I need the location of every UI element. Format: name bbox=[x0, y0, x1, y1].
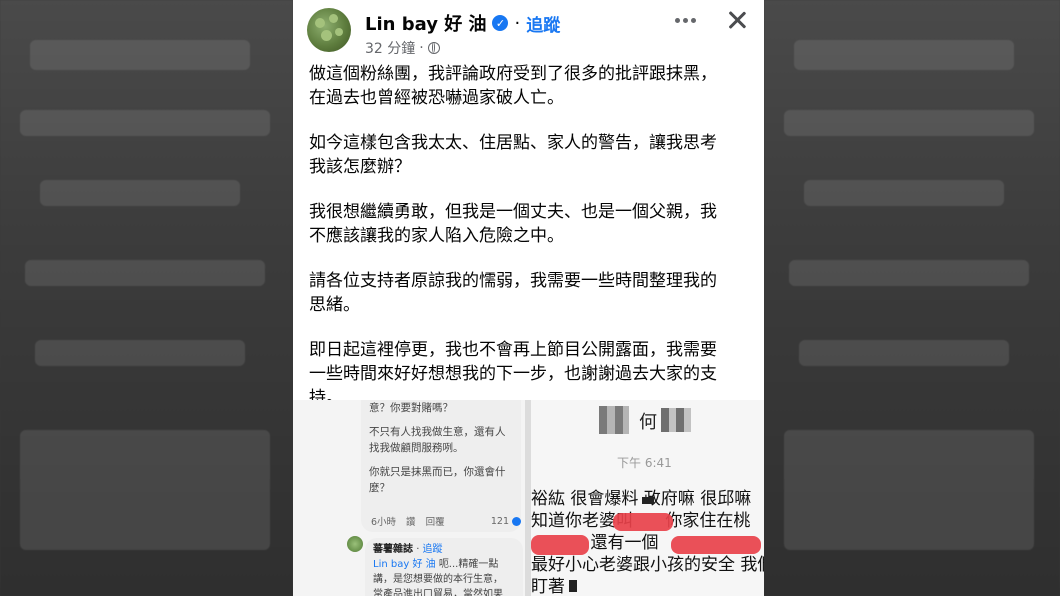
reaction-count: 121 bbox=[491, 516, 521, 527]
chat-screenshot: 何 下午 6:41 裕紘 很會爆料 政府嘛 很邱嘛 知道你老婆叫 你家住在桃 還… bbox=[531, 400, 764, 596]
like-icon bbox=[512, 516, 521, 526]
reply-follow: 追蹤 bbox=[422, 544, 443, 555]
red-redaction bbox=[671, 536, 761, 554]
post-timestamp[interactable]: 32 分鐘 bbox=[365, 38, 415, 58]
comment-thread-screenshot: 意？你要對賭嗎？ 不只有人找我做生意，還有人 找我做顧問服務咧。 你就只是抹黑而… bbox=[293, 400, 525, 596]
comment-time: 6小時 bbox=[371, 517, 397, 528]
comment-like-link: 讚 bbox=[406, 517, 416, 528]
more-options-button[interactable] bbox=[671, 8, 699, 32]
blurred-background-left bbox=[0, 0, 293, 596]
black-redaction bbox=[642, 497, 654, 504]
reply-mention: Lin bay 好 油 bbox=[373, 559, 436, 570]
mosaic-name bbox=[661, 408, 691, 432]
header-separator: · bbox=[514, 12, 521, 34]
red-redaction bbox=[531, 535, 589, 555]
facebook-post: Lin bay 好 油 ✓ · 追蹤 32 分鐘 · 做這個粉絲團，我評論政府受… bbox=[293, 0, 764, 408]
post-paragraph: 我很想繼續勇敢，但我是一個丈夫、也是一個父親，我 不應該讓我的家人陷入危險之中。 bbox=[309, 202, 717, 246]
mosaic-avatar bbox=[599, 406, 629, 434]
follow-button[interactable]: 追蹤 bbox=[526, 11, 560, 36]
close-icon[interactable] bbox=[723, 6, 751, 34]
more-horizontal-icon bbox=[674, 17, 680, 23]
verified-badge-icon: ✓ bbox=[492, 15, 509, 31]
reply-avatar bbox=[347, 536, 363, 552]
comment-line: 意？你要對賭嗎？ bbox=[369, 402, 453, 414]
meta-separator: · bbox=[419, 40, 424, 56]
reply-bubble: 蕃薯雜誌 · 追蹤 Lin bay 好 油 呃...精確一點 講，是您想要做的本… bbox=[365, 538, 523, 596]
attached-screenshot[interactable]: 意？你要對賭嗎？ 不只有人找我做生意，還有人 找我做顧問服務咧。 你就只是抹黑而… bbox=[293, 400, 764, 596]
post-body: 做這個粉絲團，我評論政府受到了很多的批評跟抹黑， 在過去也曾經被恐嚇過家破人亡。… bbox=[309, 62, 754, 431]
comment-reply-link: 回覆 bbox=[425, 517, 445, 528]
post-paragraph: 做這個粉絲團，我評論政府受到了很多的批評跟抹黑， 在過去也曾經被恐嚇過家破人亡。 bbox=[309, 64, 717, 108]
comment-line: 你就只是抹黑而已，你還會什 麼？ bbox=[369, 466, 506, 494]
black-redaction bbox=[569, 580, 577, 592]
post-header: Lin bay 好 油 ✓ · 追蹤 bbox=[365, 10, 560, 36]
comment-line: 不只有人找我做生意，還有人 找我做顧問服務咧。 bbox=[369, 426, 506, 454]
post-paragraph: 如今這樣包含我太太、住居點、家人的警告，讓我思考 我該怎麼辦？ bbox=[309, 133, 717, 177]
author-name[interactable]: Lin bay 好 油 bbox=[365, 10, 486, 36]
comment-actions: 6小時 讚 回覆 121 bbox=[371, 514, 521, 528]
comment-bubble: 意？你要對賭嗎？ 不只有人找我做生意，還有人 找我做顧問服務咧。 你就只是抹黑而… bbox=[361, 400, 521, 532]
post-meta: 32 分鐘 · bbox=[365, 38, 440, 58]
red-redaction bbox=[613, 513, 673, 531]
blurred-background-right bbox=[764, 0, 1060, 596]
chat-contact-name: 何 bbox=[639, 412, 657, 433]
post-paragraph: 請各位支持者原諒我的懦弱，我需要一些時間整理我的 思緒。 bbox=[309, 271, 717, 315]
chat-timestamp: 下午 6:41 bbox=[617, 456, 672, 470]
reply-author: 蕃薯雜誌 bbox=[373, 544, 413, 555]
globe-icon bbox=[427, 42, 440, 54]
page-avatar[interactable] bbox=[307, 8, 351, 52]
